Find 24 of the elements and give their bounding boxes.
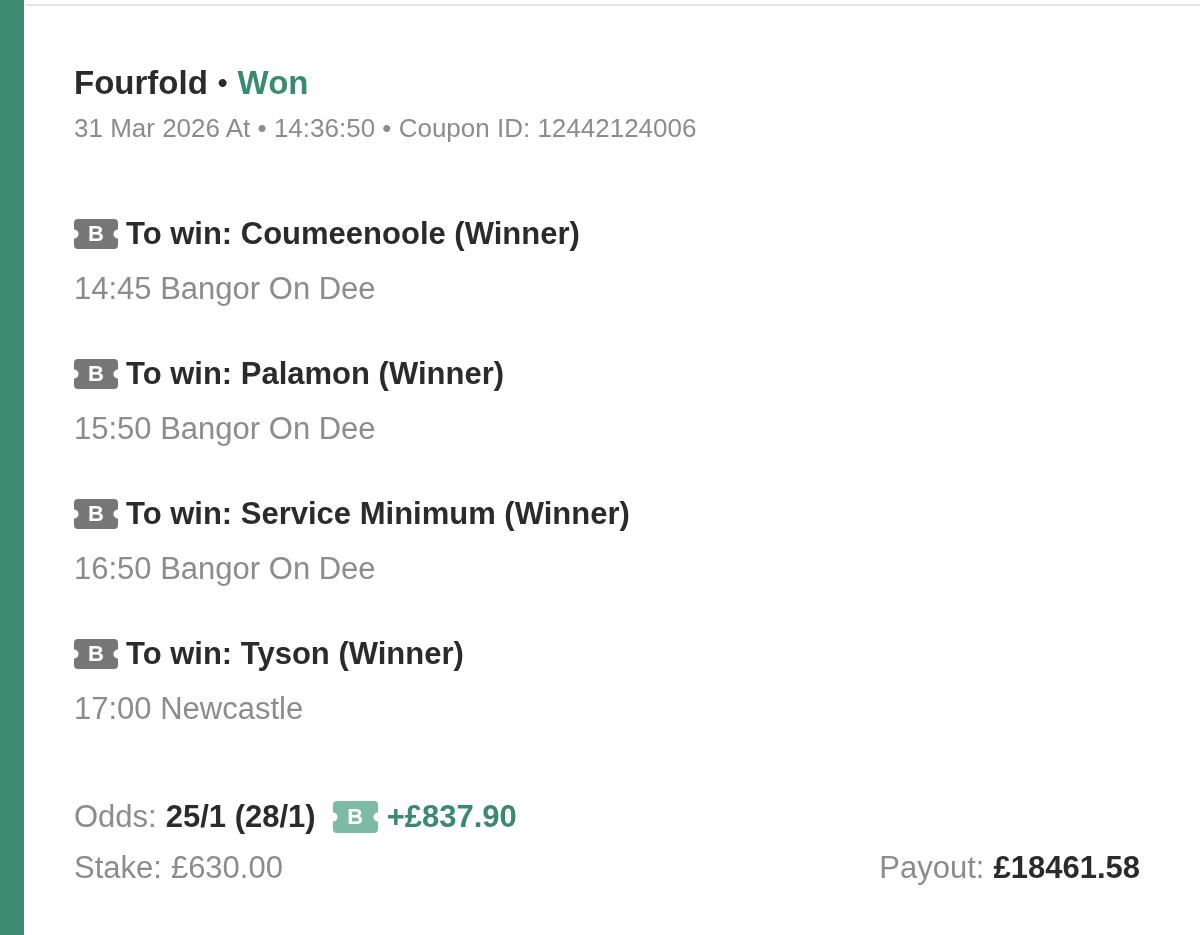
bet-status: Won <box>237 63 309 103</box>
stake-value: £630.00 <box>170 849 283 887</box>
odds-value: 25/1 (28/1) <box>165 798 316 836</box>
event-text: 14:45 Bangor On Dee <box>74 270 377 308</box>
payout-label: Payout: <box>879 849 985 887</box>
selection-text: To win: Tyson (Winner) <box>126 635 464 673</box>
odds-label: Odds: <box>74 798 157 836</box>
bet-type: Fourfold <box>74 63 208 103</box>
ticket-badge: B <box>332 801 378 833</box>
stake-label: Stake: <box>74 849 162 887</box>
selection-text: To win: Coumeenoole (Winner) <box>126 215 580 253</box>
event-text: 15:50 Bangor On Dee <box>74 410 377 448</box>
event-text: 17:00 Newcastle <box>74 690 305 728</box>
ticket-badge: B <box>74 639 118 669</box>
separator-dot: • <box>217 66 228 100</box>
event-text: 16:50 Bangor On Dee <box>74 550 377 588</box>
ticket-badge: B <box>74 499 118 529</box>
boost-amount: +£837.90 <box>386 798 517 836</box>
selection-text: To win: Service Minimum (Winner) <box>126 495 630 533</box>
bet-meta: 31 Mar 2026 At • 14:36:50 • Coupon ID: 12442124006 <box>74 112 698 145</box>
ticket-badge: B <box>74 219 118 249</box>
selection-text: To win: Palamon (Winner) <box>126 355 505 393</box>
payout-value: £18461.58 <box>993 849 1140 887</box>
ticket-badge: B <box>74 359 118 389</box>
